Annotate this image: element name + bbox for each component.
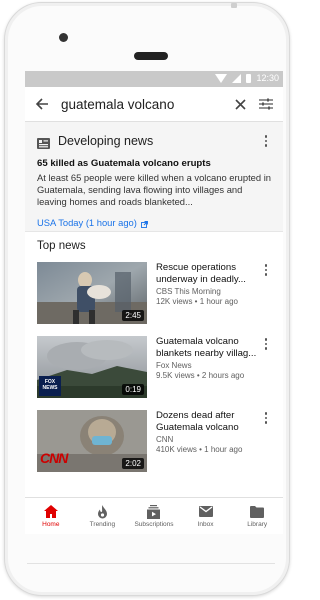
search-bar: guatemala volcano <box>25 87 283 122</box>
flame-icon <box>97 504 108 519</box>
more-options-icon[interactable] <box>261 412 271 424</box>
filter-icon[interactable] <box>255 93 277 115</box>
video-info: Dozens dead after Guatemala volcano er..… <box>156 410 271 476</box>
nav-label: Home <box>42 520 60 528</box>
close-icon[interactable] <box>229 93 251 115</box>
video-duration: 0:19 <box>122 384 144 395</box>
video-item[interactable]: FOX NEWS 0:19 Guatemala volcano blankets… <box>37 336 271 402</box>
nav-label: Inbox <box>197 520 214 528</box>
video-item[interactable]: 2:45 Rescue operations underway in deadl… <box>37 262 271 328</box>
earpiece-speaker <box>134 52 168 60</box>
video-duration: 2:02 <box>122 458 144 469</box>
inbox-icon <box>198 505 213 519</box>
developing-news-card[interactable]: Developing news 65 killed as Guatemala v… <box>25 122 283 232</box>
home-icon <box>43 505 58 519</box>
video-meta: 9.5K views • 2 hours ago <box>156 370 245 380</box>
top-news-title: Top news <box>37 240 86 252</box>
nav-label: Library <box>247 520 268 528</box>
phone-frame: 12:30 guatemala volcano Developing news <box>4 2 290 596</box>
cnn-logo: CNN <box>40 450 68 466</box>
video-meta: 12K views • 1 hour ago <box>156 296 238 306</box>
news-icon <box>37 136 50 149</box>
video-channel: Fox News <box>156 361 192 370</box>
power-button <box>231 3 237 8</box>
more-options-icon[interactable] <box>261 264 271 276</box>
news-source-label: USA Today (1 hour ago) <box>37 217 137 228</box>
wifi-icon <box>215 73 228 83</box>
status-bar: 12:30 <box>25 71 283 87</box>
nav-library[interactable]: Library <box>231 498 283 534</box>
video-title[interactable]: Guatemala volcano blankets nearby villag… <box>156 336 257 359</box>
video-channel: CNN <box>156 435 174 444</box>
nav-label: Trending <box>89 520 116 528</box>
news-source-link[interactable]: USA Today (1 hour ago) <box>37 217 271 228</box>
video-title[interactable]: Dozens dead after Guatemala volcano er..… <box>156 410 257 433</box>
status-time: 12:30 <box>256 73 279 83</box>
folder-icon <box>250 505 265 519</box>
news-summary: At least 65 people were killed when a vo… <box>37 172 272 207</box>
video-channel: CBS This Morning <box>156 287 221 296</box>
top-news-section: Top news 2:45 Rescue operations underway… <box>25 232 283 476</box>
video-info: Guatemala volcano blankets nearby villag… <box>156 336 271 402</box>
developing-news-title: Developing news <box>58 134 154 148</box>
front-camera <box>59 33 68 42</box>
video-title[interactable]: Rescue operations underway in deadly... <box>156 262 257 285</box>
video-thumbnail[interactable]: FOX NEWS 0:19 <box>37 336 147 398</box>
video-duration: 2:45 <box>122 310 144 321</box>
status-icons: 12:30 <box>215 73 279 83</box>
nav-trending[interactable]: Trending <box>77 498 129 534</box>
nav-home[interactable]: Home <box>25 498 77 534</box>
battery-icon <box>246 73 252 83</box>
video-thumbnail[interactable]: CNN 2:02 <box>37 410 147 472</box>
more-options-icon[interactable] <box>261 135 271 147</box>
back-arrow-icon[interactable] <box>31 93 53 115</box>
video-thumbnail[interactable]: 2:45 <box>37 262 147 324</box>
more-options-icon[interactable] <box>261 338 271 350</box>
external-link-icon <box>140 219 148 228</box>
bezel-line <box>27 563 275 564</box>
search-query[interactable]: guatemala volcano <box>61 97 225 112</box>
signal-icon <box>232 73 242 83</box>
nav-inbox[interactable]: Inbox <box>180 498 232 534</box>
subscriptions-icon <box>147 504 161 519</box>
fox-news-logo: FOX NEWS <box>42 379 58 391</box>
video-item[interactable]: CNN 2:02 Dozens dead after Guatemala vol… <box>37 410 271 476</box>
screen: 12:30 guatemala volcano Developing news <box>25 71 283 534</box>
news-headline[interactable]: 65 killed as Guatemala volcano erupts <box>37 158 271 169</box>
developing-news-header: Developing news <box>37 132 271 150</box>
video-meta: 410K views • 1 hour ago <box>156 444 243 454</box>
video-info: Rescue operations underway in deadly... … <box>156 262 271 328</box>
nav-label: Subscriptions <box>134 520 174 528</box>
nav-subscriptions[interactable]: Subscriptions <box>128 498 180 534</box>
bottom-navigation: Home Trending Subscriptions Inbox Librar… <box>25 497 283 534</box>
